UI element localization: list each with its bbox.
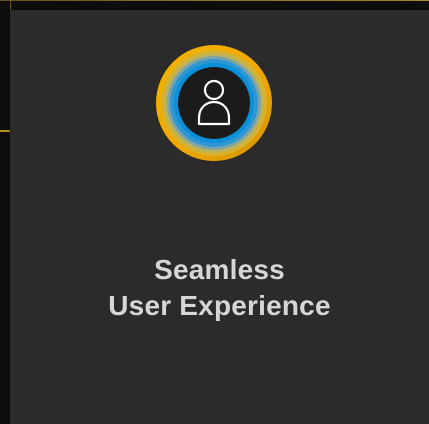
feature-card-stage: Seamless User Experience <box>0 0 429 424</box>
feature-title-line-1: Seamless <box>154 254 285 285</box>
top-accent-line <box>0 0 429 1</box>
feature-title: Seamless User Experience <box>10 252 429 324</box>
user-icon <box>156 45 272 161</box>
feature-title-line-2: User Experience <box>108 290 331 321</box>
user-badge <box>155 44 273 162</box>
